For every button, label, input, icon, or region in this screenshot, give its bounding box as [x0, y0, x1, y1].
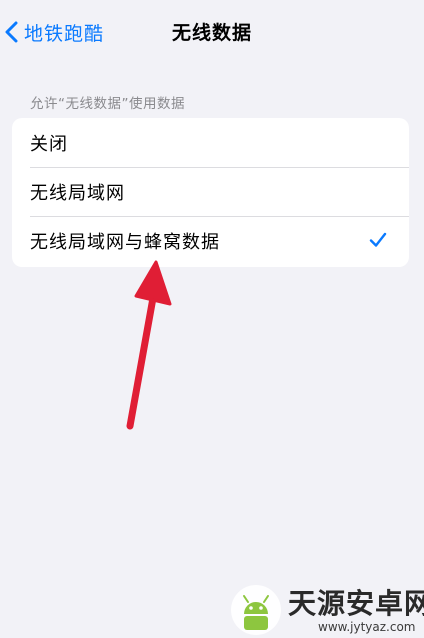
red-arrow-annotation [126, 260, 172, 430]
